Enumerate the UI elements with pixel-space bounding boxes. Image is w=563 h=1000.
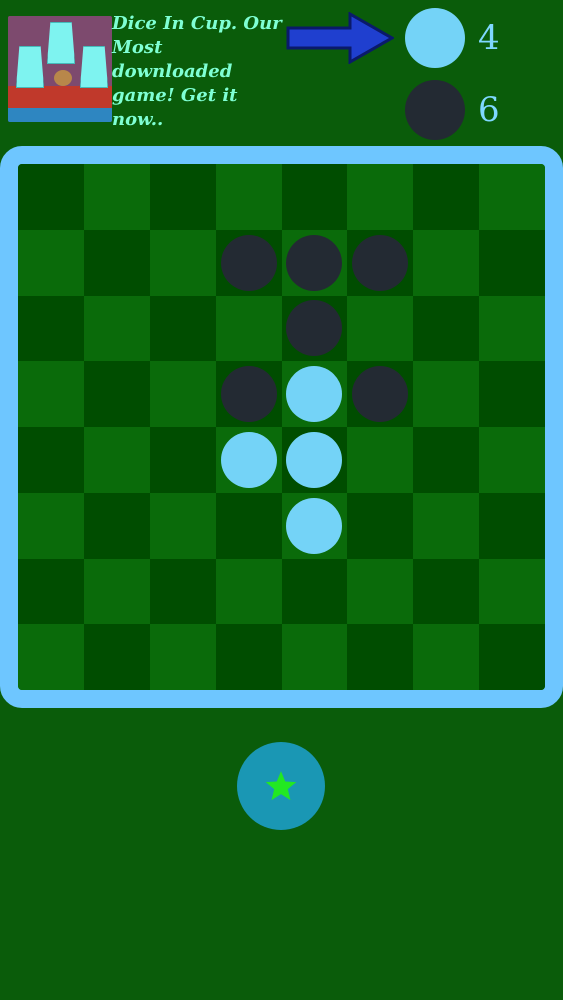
white-disc [286, 366, 343, 423]
board-cell[interactable] [347, 295, 414, 362]
white-player-disc [405, 8, 465, 68]
white-disc [220, 431, 277, 488]
board-cell[interactable] [281, 558, 348, 625]
board-cell[interactable] [413, 164, 480, 230]
board-cell[interactable] [83, 427, 150, 493]
board-cell[interactable] [215, 427, 282, 493]
board-cell[interactable] [215, 295, 282, 362]
board-cell[interactable] [149, 164, 216, 230]
board-cell[interactable] [281, 164, 348, 230]
star-button[interactable] [237, 742, 325, 830]
board-cell[interactable] [479, 624, 545, 690]
dice-in-cup-thumbnail-icon[interactable] [8, 16, 112, 122]
ad-text[interactable]: Dice In Cup. Our Most downloaded game! G… [112, 12, 284, 132]
board-cell[interactable] [413, 558, 480, 625]
black-disc [220, 366, 277, 423]
board-cell[interactable] [479, 361, 545, 427]
black-disc [352, 234, 409, 291]
board-cell[interactable] [413, 492, 480, 559]
board-cell[interactable] [281, 295, 348, 362]
board-cell[interactable] [281, 427, 348, 493]
board-cell[interactable] [149, 361, 216, 427]
black-player-score: 6 [478, 90, 500, 130]
white-disc [286, 497, 343, 554]
board-cell[interactable] [215, 624, 282, 690]
board-cell[interactable] [83, 361, 150, 427]
board-cell[interactable] [149, 295, 216, 362]
board-cell[interactable] [149, 624, 216, 690]
board-cell[interactable] [18, 624, 84, 690]
board-cell[interactable] [18, 295, 84, 362]
board-cell[interactable] [347, 361, 414, 427]
board-cell[interactable] [347, 624, 414, 690]
star-icon [265, 771, 297, 801]
board-cell[interactable] [347, 427, 414, 493]
board-cell[interactable] [413, 361, 480, 427]
board-cell[interactable] [347, 492, 414, 559]
black-disc [352, 366, 409, 423]
board-cell[interactable] [479, 295, 545, 362]
board-cell[interactable] [413, 229, 480, 296]
board-cell[interactable] [149, 427, 216, 493]
white-disc [286, 431, 343, 488]
game-board-frame [0, 146, 563, 708]
board-cell[interactable] [83, 295, 150, 362]
board-cell[interactable] [347, 164, 414, 230]
game-board [18, 164, 545, 690]
board-cell[interactable] [18, 427, 84, 493]
board-cell[interactable] [281, 229, 348, 296]
board-cell[interactable] [83, 624, 150, 690]
board-cell[interactable] [149, 558, 216, 625]
board-cell[interactable] [149, 492, 216, 559]
board-cell[interactable] [347, 558, 414, 625]
board-cell[interactable] [413, 295, 480, 362]
black-disc [286, 300, 343, 357]
white-player-score: 4 [478, 18, 500, 58]
board-cell[interactable] [18, 361, 84, 427]
board-cell[interactable] [479, 229, 545, 296]
board-cell[interactable] [18, 164, 84, 230]
board-cell[interactable] [281, 624, 348, 690]
board-cell[interactable] [413, 427, 480, 493]
board-cell[interactable] [83, 492, 150, 559]
board-cell[interactable] [83, 229, 150, 296]
board-cell[interactable] [281, 492, 348, 559]
board-cell[interactable] [215, 558, 282, 625]
board-cell[interactable] [149, 229, 216, 296]
board-cell[interactable] [479, 427, 545, 493]
black-disc [220, 234, 277, 291]
black-player-disc [405, 80, 465, 140]
board-cell[interactable] [18, 558, 84, 625]
board-cell[interactable] [347, 229, 414, 296]
board-cell[interactable] [83, 164, 150, 230]
board-cell[interactable] [18, 229, 84, 296]
board-cell[interactable] [479, 558, 545, 625]
board-cell[interactable] [83, 558, 150, 625]
board-cell[interactable] [215, 229, 282, 296]
board-cell[interactable] [215, 164, 282, 230]
board-cell[interactable] [18, 492, 84, 559]
board-cell[interactable] [413, 624, 480, 690]
board-cell[interactable] [215, 361, 282, 427]
black-disc [286, 234, 343, 291]
board-cell[interactable] [281, 361, 348, 427]
board-cell[interactable] [479, 492, 545, 559]
board-cell[interactable] [215, 492, 282, 559]
arrow-right-icon [286, 12, 394, 64]
board-cell[interactable] [479, 164, 545, 230]
